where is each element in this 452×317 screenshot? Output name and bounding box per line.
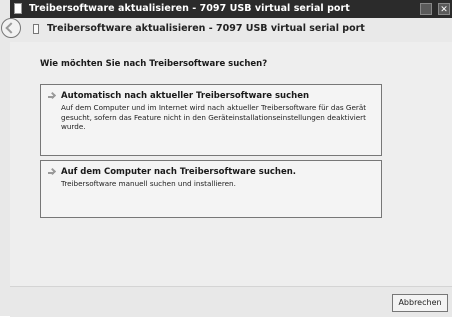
wizard-footer: Abbrechen [10, 286, 452, 317]
wizard-header: Treibersoftware aktualisieren - 7097 USB… [1, 18, 452, 43]
device-icon [14, 3, 22, 14]
wizard-content: Wie möchten Sie nach Treibersoftware suc… [10, 42, 452, 286]
help-icon[interactable] [420, 3, 432, 15]
title-bar[interactable]: Treibersoftware aktualisieren - 7097 USB… [10, 0, 452, 18]
option-title: Automatisch nach aktueller Treibersoftwa… [61, 91, 310, 101]
window-title: Treibersoftware aktualisieren - 7097 USB… [29, 3, 350, 14]
dialog-window: Treibersoftware aktualisieren - 7097 USB… [0, 0, 452, 317]
device-icon [33, 24, 39, 34]
arrow-right-icon [48, 93, 56, 101]
wizard-title: Treibersoftware aktualisieren - 7097 USB… [47, 23, 365, 34]
page-question: Wie möchten Sie nach Treibersoftware suc… [40, 59, 268, 69]
arrow-right-icon [48, 169, 56, 177]
close-button[interactable]: ✕ [438, 3, 450, 15]
option-browse-computer[interactable]: Auf dem Computer nach Treibersoftware su… [40, 160, 382, 218]
back-button[interactable] [1, 18, 21, 38]
option-search-automatically[interactable]: Automatisch nach aktueller Treibersoftwa… [40, 84, 382, 156]
option-description: Treibersoftware manuell suchen und insta… [61, 179, 236, 188]
back-arrow-icon [5, 22, 17, 34]
cancel-button[interactable]: Abbrechen [392, 294, 448, 312]
option-title: Auf dem Computer nach Treibersoftware su… [61, 167, 297, 177]
option-description: Auf dem Computer und im Internet wird na… [61, 103, 367, 131]
